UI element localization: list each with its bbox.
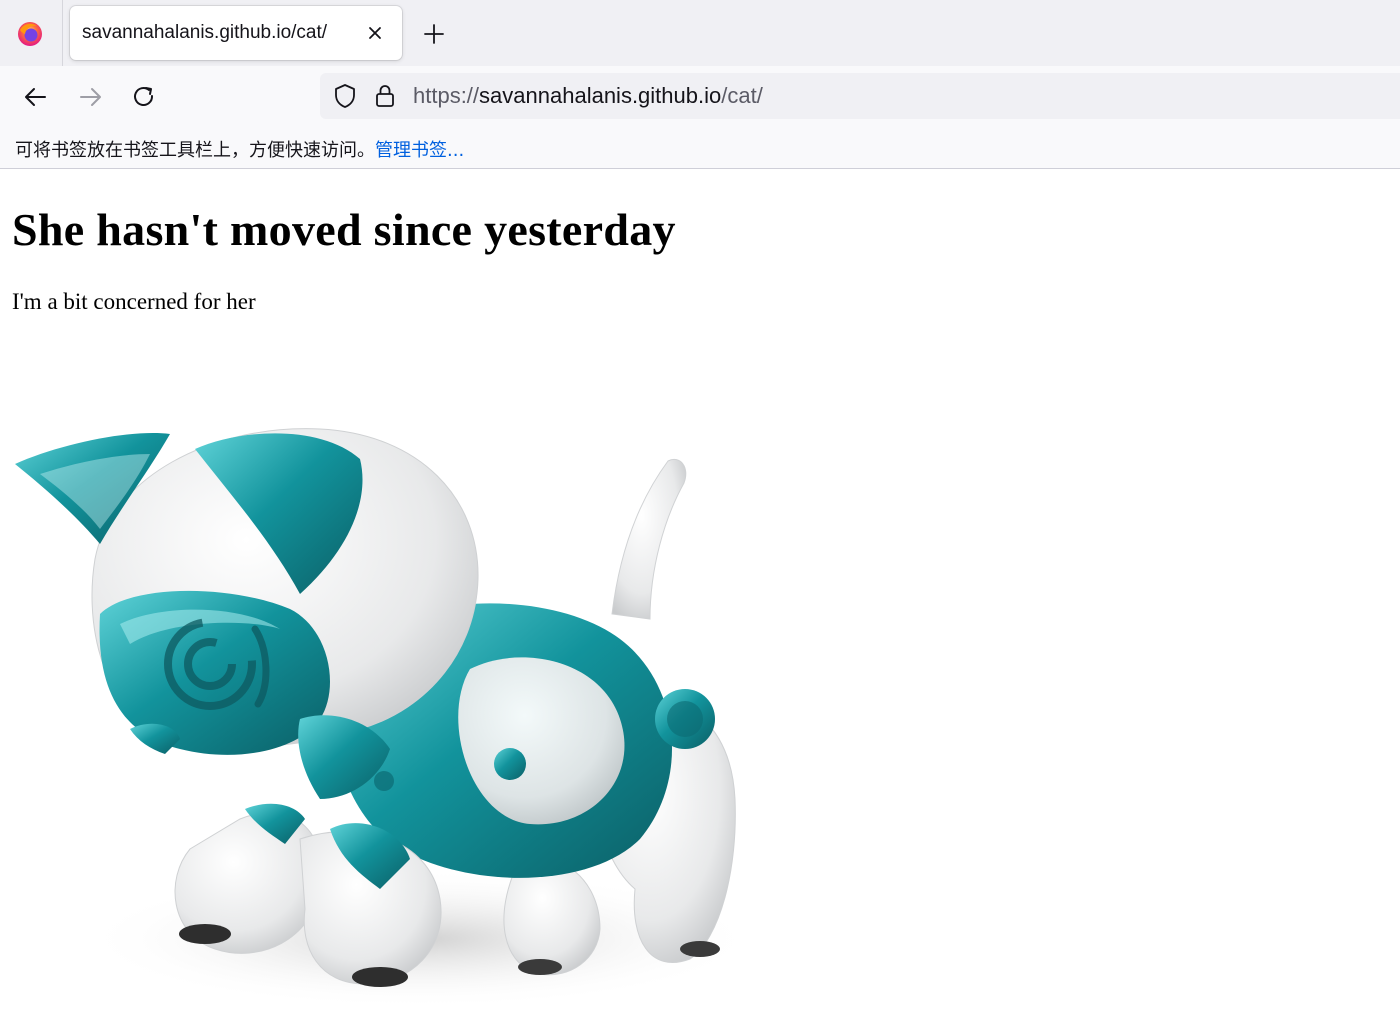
tab-strip: savannahalanis.github.io/cat/ (0, 0, 1400, 66)
bookmarks-toolbar: 可将书签放在书签工具栏上，方便快速访问。管理书签... (0, 128, 1400, 169)
close-icon[interactable] (366, 24, 384, 42)
forward-arrow-icon[interactable] (75, 82, 105, 112)
url-text[interactable]: https://savannahalanis.github.io/cat/ (413, 83, 763, 109)
lock-icon[interactable] (374, 83, 396, 109)
tab-title: savannahalanis.github.io/cat/ (82, 22, 328, 43)
reload-icon[interactable] (129, 82, 159, 112)
page-subtext: I'm a bit concerned for her (12, 289, 256, 314)
back-arrow-icon[interactable] (21, 82, 51, 112)
navigation-toolbar: https://savannahalanis.github.io/cat/ (0, 66, 1400, 128)
address-bar[interactable]: https://savannahalanis.github.io/cat/ (320, 73, 1400, 119)
manage-bookmarks-link[interactable]: 管理书签... (375, 140, 464, 161)
bookmarks-hint: 可将书签放在书签工具栏上，方便快速访问。管理书签... (15, 136, 464, 162)
bookmarks-hint-text: 可将书签放在书签工具栏上，方便快速访问。 (15, 140, 375, 161)
plus-icon[interactable] (422, 22, 446, 46)
page-content: She hasn't moved since yesterday I'm a b… (0, 169, 1400, 1009)
tab-separator (62, 0, 63, 66)
robot-cat-image (15, 428, 760, 1009)
url-host: savannahalanis.github.io (479, 83, 722, 108)
url-scheme: https:// (413, 83, 480, 108)
url-path: /cat/ (721, 83, 763, 108)
page-heading: She hasn't moved since yesterday (12, 204, 676, 255)
shield-icon[interactable] (332, 83, 358, 109)
active-tab[interactable]: savannahalanis.github.io/cat/ (70, 6, 402, 60)
firefox-icon[interactable] (16, 20, 44, 48)
